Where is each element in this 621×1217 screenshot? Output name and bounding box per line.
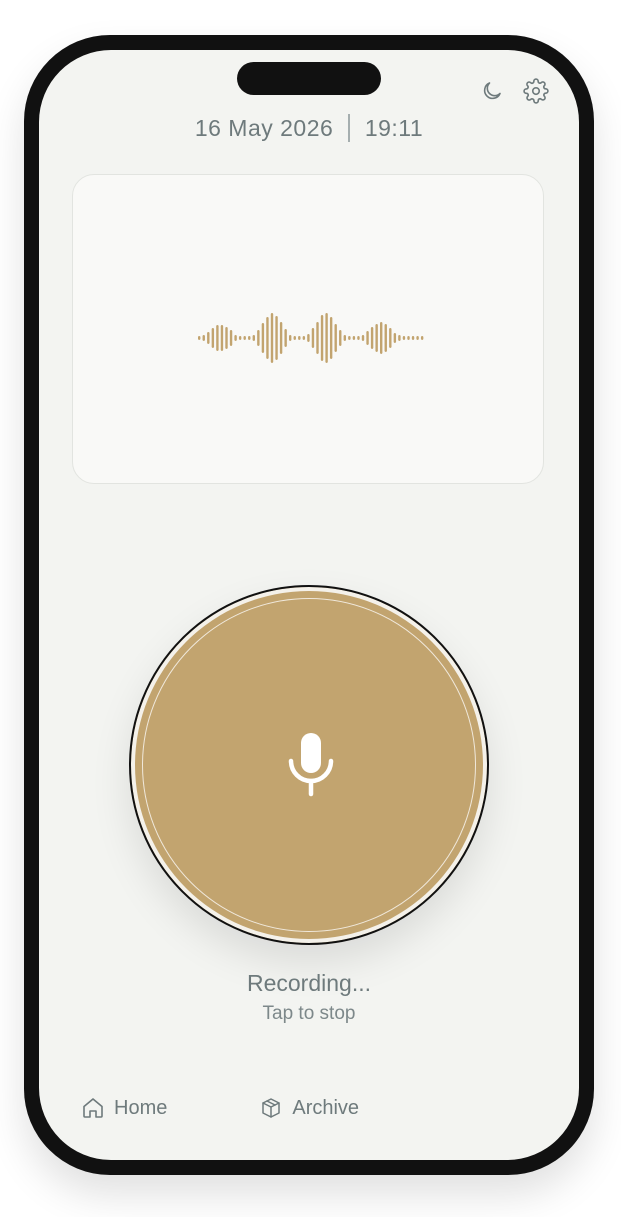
waveform-bar [229, 330, 233, 346]
bottom-nav: Home Archive [81, 1096, 359, 1120]
waveform-bar [248, 336, 251, 340]
waveform-bar [279, 322, 283, 354]
waveform-bar [411, 336, 415, 340]
nav-archive[interactable]: Archive [259, 1096, 359, 1120]
gear-icon [523, 78, 549, 104]
waveform-bar [352, 336, 356, 340]
moon-icon [483, 82, 501, 100]
waveform-bar [298, 336, 301, 340]
app-screen: 16 May 2026 19:11 Recording... Tap to st… [39, 50, 579, 1160]
nav-home-label: Home [114, 1096, 168, 1119]
time-text: 19:11 [364, 114, 424, 141]
waveform-bar [398, 335, 401, 341]
waveform-bar [339, 330, 342, 346]
waveform-bar [275, 316, 278, 360]
waveform-bar [261, 323, 265, 353]
waveform-bar [257, 330, 260, 346]
waveform-bar [329, 317, 333, 359]
archive-icon [262, 1098, 281, 1118]
waveform-card [72, 174, 544, 484]
waveform-bar [380, 322, 383, 354]
waveform-bar [416, 336, 419, 340]
waveform-bar [220, 325, 224, 351]
waveform-bar [302, 336, 306, 340]
record-button-shadow [129, 585, 489, 945]
waveform-bar [320, 315, 324, 361]
date-time-separator [348, 114, 350, 142]
waveform-bar [402, 336, 406, 340]
date-time-display: 16 May 2026 19:11 [39, 114, 579, 142]
waveform-bar [325, 313, 328, 363]
date-text: 16 May 2026 [194, 114, 334, 141]
nav-home[interactable]: Home [81, 1096, 167, 1120]
waveform-bar [211, 328, 215, 348]
recording-status: Recording... [246, 970, 371, 996]
microphone-icon [288, 733, 334, 797]
waveform-bar [293, 336, 296, 340]
waveform-bar [393, 333, 397, 343]
waveform-bar [389, 328, 392, 348]
waveform-bar [370, 327, 374, 349]
waveform-bar [343, 335, 346, 341]
waveform-bar [316, 322, 319, 354]
waveform-bar [420, 336, 424, 340]
theme-toggle-button[interactable] [479, 78, 505, 104]
waveform-bar [384, 324, 387, 352]
waveform-bar [202, 335, 205, 341]
waveform-bar [266, 317, 269, 359]
waveform-bar [289, 335, 292, 341]
waveform-bar [334, 324, 337, 352]
waveform-bar [252, 335, 255, 341]
record-button[interactable] [129, 585, 489, 945]
waveform-bar [243, 336, 246, 340]
waveform-bar [407, 336, 410, 340]
waveform-bar [216, 325, 219, 351]
top-icons [479, 78, 549, 104]
nav-archive-label: Archive [292, 1096, 360, 1119]
waveform-visualizer [198, 313, 424, 363]
waveform-bar [238, 336, 242, 340]
waveform-bar [284, 329, 287, 347]
dynamic-island [237, 62, 381, 95]
waveform-bar [207, 332, 210, 344]
settings-button[interactable] [523, 78, 549, 104]
waveform-bar [270, 313, 274, 363]
waveform-bar [361, 335, 365, 341]
waveform-bar [348, 336, 351, 340]
phone-frame: 16 May 2026 19:11 Recording... Tap to st… [24, 35, 594, 1175]
waveform-bar [366, 331, 369, 345]
waveform-bar [225, 327, 228, 349]
waveform-bar [198, 336, 201, 340]
waveform-bar [234, 335, 237, 341]
waveform-bar [357, 336, 360, 340]
waveform-bar [311, 328, 315, 348]
waveform-bar [375, 324, 378, 352]
home-icon [83, 1098, 103, 1118]
recording-hint: Tap to stop [262, 1003, 356, 1024]
waveform-bar [307, 334, 310, 342]
